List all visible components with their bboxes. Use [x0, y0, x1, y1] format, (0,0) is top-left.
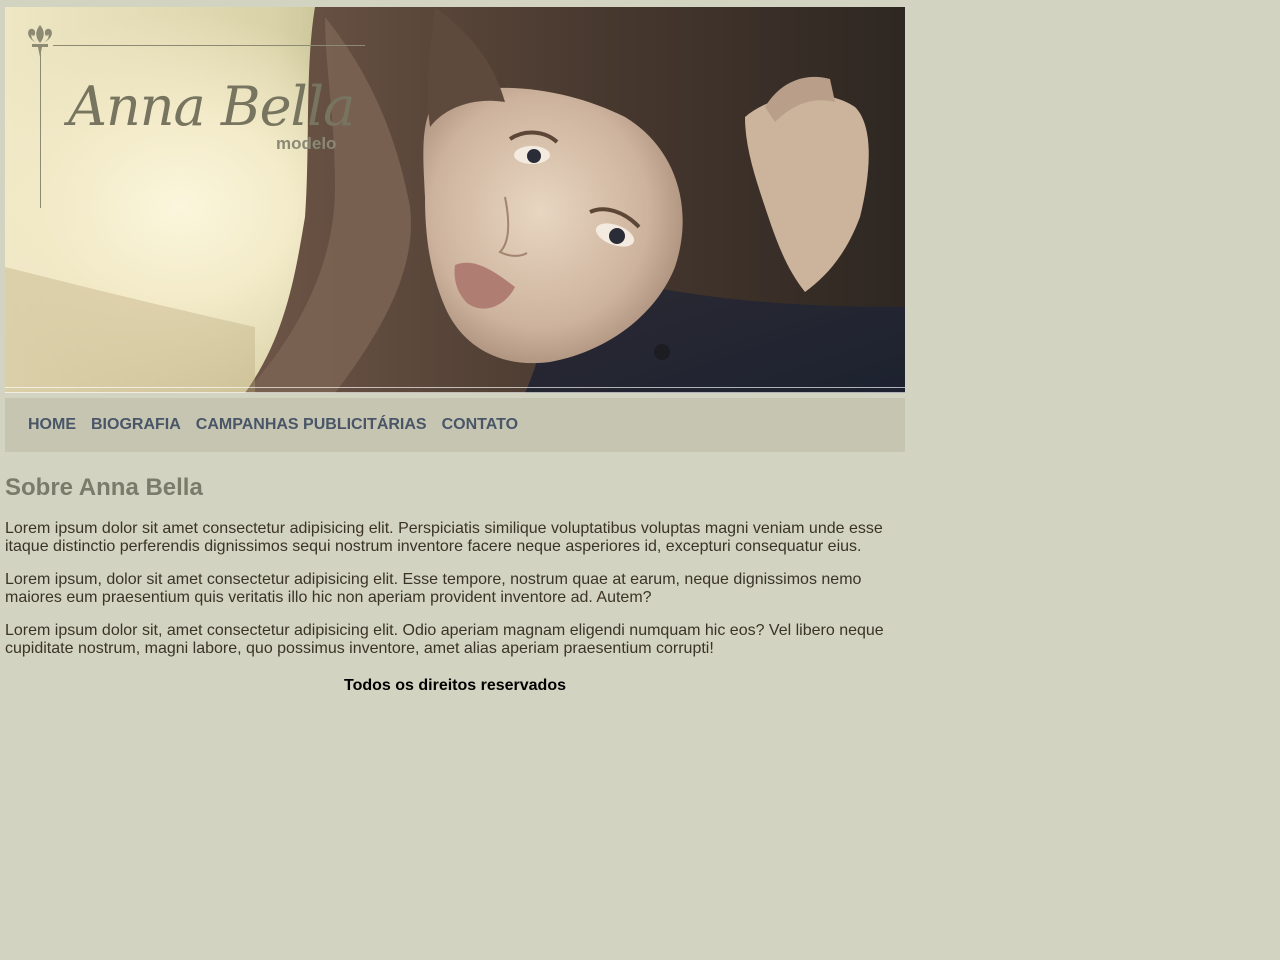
- page-wrapper: Anna Bella modelo HOME BIOGRAFIA CAMPANH…: [5, 7, 905, 695]
- nav-item-biografia[interactable]: BIOGRAFIA: [91, 416, 181, 434]
- logo-subtitle: modelo: [276, 134, 337, 153]
- site-logo[interactable]: Anna Bella modelo: [23, 23, 383, 213]
- page-title: Sobre Anna Bella: [5, 474, 203, 501]
- nav-item-home[interactable]: HOME: [28, 416, 76, 434]
- banner-divider: [5, 387, 905, 393]
- logo-divider-horizontal: [53, 45, 365, 46]
- nav-item-campanhas[interactable]: CAMPANHAS PUBLICITÁRIAS: [196, 416, 427, 434]
- header-banner: Anna Bella modelo: [5, 7, 905, 393]
- main-content: Sobre Anna Bella Lorem ipsum dolor sit a…: [5, 474, 905, 658]
- nav-item-contato[interactable]: CONTATO: [442, 416, 518, 434]
- main-nav: HOME BIOGRAFIA CAMPANHAS PUBLICITÁRIAS C…: [5, 398, 905, 452]
- paragraph: Lorem ipsum dolor sit, amet consectetur …: [5, 622, 884, 657]
- footer-text: Todos os direitos reservados: [344, 677, 566, 694]
- paragraph: Lorem ipsum, dolor sit amet consectetur …: [5, 571, 862, 606]
- logo-divider-vertical: [40, 53, 41, 208]
- logo-name: Anna Bella: [68, 75, 355, 138]
- paragraph: Lorem ipsum dolor sit amet consectetur a…: [5, 520, 883, 555]
